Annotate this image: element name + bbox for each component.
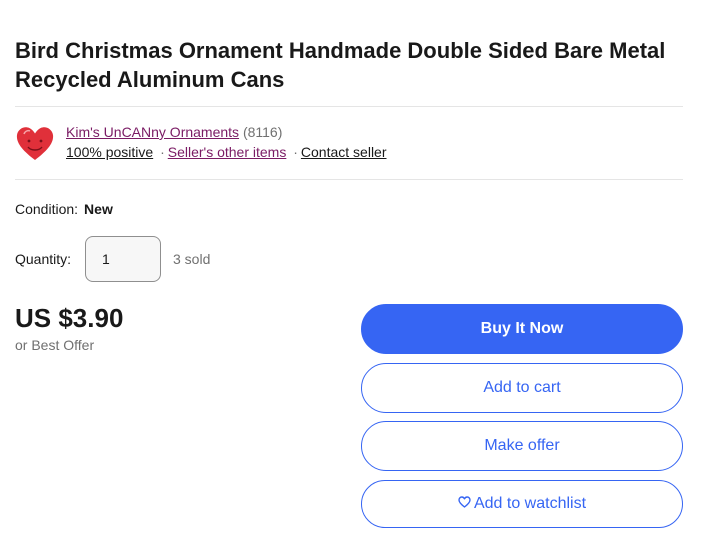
seller-positive-link[interactable]: 100% positive <box>66 144 153 160</box>
heart-icon <box>458 496 471 508</box>
seller-links: 100% positive · Seller's other items · Con… <box>66 142 387 162</box>
separator-dot: · <box>160 144 165 160</box>
separator-dot: · <box>293 144 298 160</box>
quantity-label: Quantity: <box>15 251 72 267</box>
condition-label: Condition: <box>15 201 79 217</box>
make-offer-button[interactable]: Make offer <box>361 421 683 471</box>
contact-seller-link[interactable]: Contact seller <box>301 144 387 160</box>
add-to-cart-label: Add to cart <box>483 379 561 396</box>
add-to-cart-button[interactable]: Add to cart <box>361 363 683 413</box>
buy-it-now-label: Buy It Now <box>480 320 564 337</box>
add-to-watchlist-label: Add to watchlist <box>473 495 587 512</box>
condition-value: New <box>84 201 113 217</box>
seller-feedback-count: (8116) <box>242 124 283 140</box>
add-to-watchlist-button[interactable]: Add to watchlist <box>361 480 683 528</box>
condition-row: Condition: New <box>15 199 113 219</box>
seller-avatar-icon[interactable] <box>15 124 55 164</box>
divider <box>15 179 683 180</box>
buy-it-now-button[interactable]: Buy It Now <box>361 304 683 354</box>
price-amount: US $3.90 <box>15 303 124 333</box>
seller-info: Kim's UnCANny Ornaments (8116) 100% posi… <box>66 122 387 162</box>
listing-title: Bird Christmas Ornament Handmade Double … <box>15 38 666 92</box>
quantity-row: Quantity: 3 sold <box>15 236 315 284</box>
divider <box>15 106 683 107</box>
sold-count: 3 sold <box>173 251 211 267</box>
seller-card: Kim's UnCANny Ornaments (8116) 100% posi… <box>15 122 683 166</box>
quantity-input[interactable] <box>85 236 161 282</box>
seller-name-line: Kim's UnCANny Ornaments (8116) <box>66 122 387 142</box>
best-offer-label: or Best Offer <box>15 337 95 353</box>
seller-other-items-link[interactable]: Seller's other items <box>168 144 287 160</box>
make-offer-label: Make offer <box>484 437 560 454</box>
seller-name-link[interactable]: Kim's UnCANny Ornaments <box>66 124 239 140</box>
